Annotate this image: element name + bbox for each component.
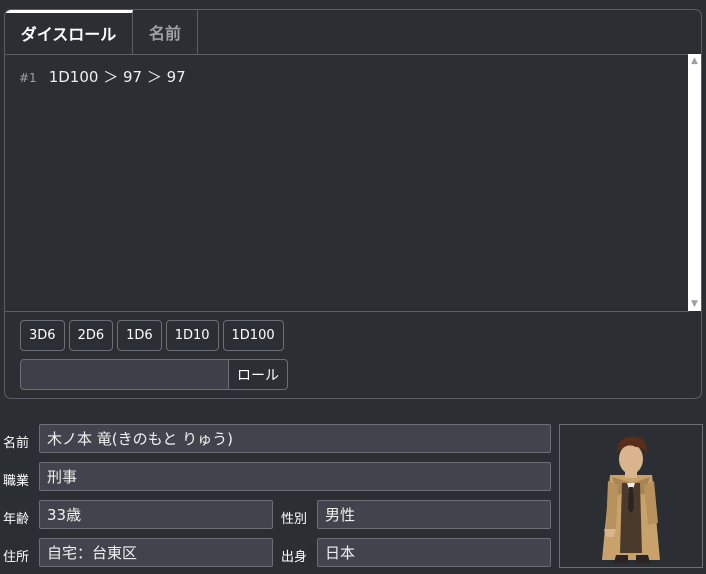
job-label: 職業 — [3, 474, 30, 489]
dice-1d10-button[interactable]: 1D10 — [165, 320, 219, 351]
dice-button-row: 3D6 2D6 1D6 1D10 1D100 — [20, 320, 284, 351]
tab-dice-roll[interactable]: ダイスロール — [5, 10, 133, 54]
log-entry-text: 1D100 ＞ 97 ＞ 97 — [48, 68, 186, 86]
scroll-up-icon[interactable]: ▲ — [688, 54, 701, 68]
dice-1d6-button[interactable]: 1D6 — [117, 320, 162, 351]
name-field[interactable]: 木ノ本 竜(きのもと りゅう) — [39, 424, 551, 453]
age-label: 年齢 — [3, 512, 30, 527]
tab-bar: ダイスロール 名前 — [5, 10, 701, 55]
address-label: 住所 — [3, 550, 30, 565]
character-illustration — [602, 436, 660, 563]
job-field[interactable]: 刑事 — [39, 462, 551, 491]
log-entry-number: #1 — [19, 71, 37, 85]
log-scrollbar[interactable]: ▲ ▼ — [688, 54, 701, 311]
dice-2d6-button[interactable]: 2D6 — [68, 320, 114, 351]
name-label: 名前 — [3, 436, 30, 451]
scroll-down-icon[interactable]: ▼ — [688, 297, 701, 311]
gender-field[interactable]: 男性 — [317, 500, 551, 529]
origin-label: 出身 — [281, 550, 308, 565]
roll-input-group: ロール — [20, 359, 288, 390]
dice-panel: ダイスロール 名前 #1 1D100 ＞ 97 ＞ 97 ▲ ▼ 3D6 2D6… — [4, 9, 702, 399]
gender-label: 性別 — [281, 512, 308, 527]
age-field[interactable]: 33歳 — [39, 500, 273, 529]
roll-log: #1 1D100 ＞ 97 ＞ 97 — [5, 54, 689, 312]
dice-3d6-button[interactable]: 3D6 — [20, 320, 65, 351]
roll-command-input[interactable] — [20, 359, 229, 390]
roll-button[interactable]: ロール — [229, 359, 288, 390]
log-entry: #1 1D100 ＞ 97 ＞ 97 — [19, 66, 186, 87]
tab-name[interactable]: 名前 — [133, 10, 198, 54]
dice-1d100-button[interactable]: 1D100 — [222, 320, 284, 351]
address-field[interactable]: 自宅：台東区 — [39, 538, 273, 567]
origin-field[interactable]: 日本 — [317, 538, 551, 567]
character-portrait — [559, 424, 703, 568]
